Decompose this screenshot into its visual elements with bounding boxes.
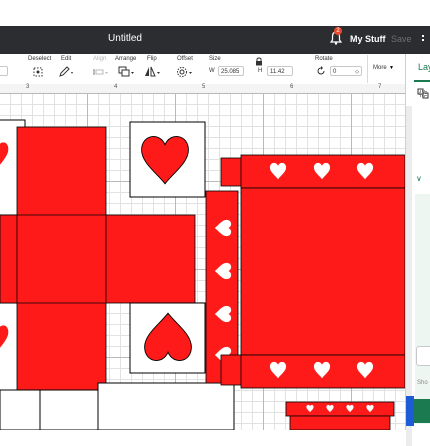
align-label: Align	[93, 56, 107, 62]
toolbar-divider	[367, 55, 368, 83]
flip-label: Flip	[147, 56, 157, 62]
offset-icon[interactable]	[176, 66, 194, 78]
blue-edge-element	[406, 396, 414, 426]
small-band-lower[interactable]	[289, 415, 391, 430]
rotate-icon	[317, 66, 325, 75]
panel-scrollbar[interactable]	[406, 106, 412, 446]
box-template-design[interactable]	[0, 93, 405, 430]
width-input[interactable]: 25.085	[218, 66, 244, 76]
deselect-icon[interactable]	[32, 66, 44, 78]
ruler-number: 7	[378, 84, 382, 90]
deselect-label: Deselect	[28, 56, 52, 62]
my-stuff-button[interactable]: My Stuff	[350, 34, 386, 44]
size-label: Size	[209, 56, 221, 62]
linetype-select[interactable]	[0, 66, 8, 76]
align-icon	[93, 69, 108, 75]
edit-label: Edit	[61, 56, 72, 62]
rotate-value: 0	[333, 69, 337, 75]
notification-badge: 2	[334, 27, 342, 35]
make-it-button[interactable]	[414, 399, 430, 423]
band-bottom-tab[interactable]	[220, 354, 243, 386]
edit-toolbar: Deselect Edit Align Arrange Flip Offset …	[0, 54, 405, 85]
height-input[interactable]: 11.42	[267, 66, 293, 76]
ruler-number: 3	[26, 84, 30, 90]
ruler-number: 6	[290, 84, 294, 90]
band-main[interactable]	[240, 187, 405, 356]
design-canvas[interactable]	[0, 93, 405, 430]
cross-vertical-bar[interactable]	[16, 126, 107, 391]
rotate-input[interactable]: 0 ◇	[330, 66, 362, 76]
ruler-number: 4	[114, 84, 118, 90]
title-bar: Untitled 2 My Stuff Save	[0, 26, 430, 54]
more-options-icon[interactable]	[421, 30, 425, 48]
arrange-icon[interactable]	[118, 66, 136, 78]
height-label: H	[258, 68, 263, 74]
layers-panel: Lay ∨ Sho	[405, 54, 430, 446]
layer-item-selected[interactable]	[415, 194, 430, 424]
band-top-tab[interactable]	[220, 157, 243, 187]
layer-expand-chevron-icon[interactable]: ∨	[416, 174, 422, 183]
bottom-panel-1[interactable]	[0, 389, 41, 430]
small-band[interactable]	[285, 401, 395, 417]
rotate-label: Rotate	[315, 56, 333, 62]
edit-pencil-icon[interactable]	[58, 66, 74, 78]
group-icon[interactable]	[417, 88, 430, 100]
bottom-panel-3[interactable]	[97, 382, 235, 430]
bottom-panel-2[interactable]	[39, 389, 99, 430]
lock-icon[interactable]	[255, 57, 263, 66]
save-button[interactable]: Save	[391, 34, 412, 44]
ruler-number: 5	[202, 84, 206, 90]
arrange-label: Arrange	[115, 56, 137, 62]
more-chevron-icon: ▼	[389, 65, 394, 71]
show-label: Sho	[417, 380, 428, 386]
width-label: W	[209, 68, 215, 74]
tab-layers[interactable]: Lay	[418, 62, 430, 72]
flip-icon[interactable]	[144, 66, 162, 78]
rotate-stepper-icon[interactable]: ◇	[355, 67, 359, 77]
document-title: Untitled	[108, 33, 142, 44]
panel-action-button[interactable]	[416, 346, 430, 366]
offset-label: Offset	[177, 56, 193, 62]
more-button[interactable]: More	[373, 65, 387, 71]
tab-active-indicator	[414, 80, 430, 82]
